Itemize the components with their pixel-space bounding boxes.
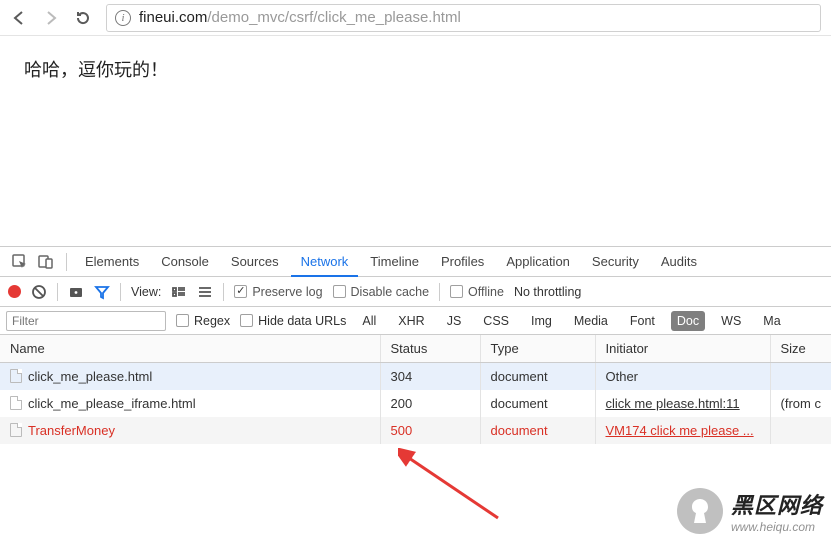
throttling-select[interactable]: No throttling [514, 285, 581, 299]
filter-all[interactable]: All [356, 311, 382, 331]
page-body: 哈哈，逗你玩的！ [0, 36, 831, 246]
back-button[interactable] [10, 9, 28, 27]
filter-css[interactable]: CSS [477, 311, 515, 331]
filter-media[interactable]: Media [568, 311, 614, 331]
document-icon [10, 396, 22, 410]
address-bar[interactable]: i fineui.com/demo_mvc/csrf/click_me_plea… [106, 4, 821, 32]
view-label: View: [131, 285, 161, 299]
tab-timeline[interactable]: Timeline [360, 248, 429, 275]
col-status[interactable]: Status [380, 335, 480, 363]
watermark-title: 黑区网络 [731, 488, 823, 520]
inspect-element-icon[interactable] [8, 250, 32, 274]
table-row[interactable]: click_me_please.html 304 document Other [0, 363, 831, 391]
tab-application[interactable]: Application [496, 248, 580, 275]
filter-ws[interactable]: WS [715, 311, 747, 331]
network-request-table: Name Status Type Initiator Size click_me… [0, 335, 831, 444]
watermark: 黑区网络 www.heiqu.com [677, 488, 823, 534]
regex-checkbox[interactable]: Regex [176, 314, 230, 328]
tab-security[interactable]: Security [582, 248, 649, 275]
table-header-row: Name Status Type Initiator Size [0, 335, 831, 363]
document-icon [10, 423, 22, 437]
filter-input[interactable] [6, 311, 166, 331]
overview-icon[interactable] [197, 284, 213, 300]
device-toolbar-icon[interactable] [34, 250, 58, 274]
network-toolbar: View: Preserve log Disable cache Offline… [0, 277, 831, 307]
page-message: 哈哈，逗你玩的！ [24, 60, 168, 80]
url-text: fineui.com/demo_mvc/csrf/click_me_please… [139, 9, 461, 26]
forward-button[interactable] [42, 9, 60, 27]
tab-console[interactable]: Console [151, 248, 219, 275]
network-filterbar: Regex Hide data URLs All XHR JS CSS Img … [0, 307, 831, 335]
watermark-logo-icon [677, 488, 723, 534]
hide-data-urls-checkbox[interactable]: Hide data URLs [240, 314, 346, 328]
col-type[interactable]: Type [480, 335, 595, 363]
capture-screenshot-icon[interactable] [68, 284, 84, 300]
devtools-panel: Elements Console Sources Network Timelin… [0, 246, 831, 444]
table-row[interactable]: click_me_please_iframe.html 200 document… [0, 390, 831, 417]
tab-audits[interactable]: Audits [651, 248, 707, 275]
col-size[interactable]: Size [770, 335, 831, 363]
tab-sources[interactable]: Sources [221, 248, 289, 275]
site-info-icon[interactable]: i [115, 10, 131, 26]
annotation-arrow [398, 448, 508, 528]
reload-button[interactable] [74, 9, 92, 27]
tab-elements[interactable]: Elements [75, 248, 149, 275]
filter-doc[interactable]: Doc [671, 311, 705, 331]
clear-icon[interactable] [31, 284, 47, 300]
disable-cache-checkbox[interactable]: Disable cache [333, 285, 430, 299]
filter-font[interactable]: Font [624, 311, 661, 331]
offline-checkbox[interactable]: Offline [450, 285, 504, 299]
col-initiator[interactable]: Initiator [595, 335, 770, 363]
watermark-subtitle: www.heiqu.com [731, 520, 823, 534]
tab-network[interactable]: Network [291, 248, 359, 277]
initiator-link[interactable]: click me please.html:11 [606, 396, 740, 411]
devtools-tabstrip: Elements Console Sources Network Timelin… [0, 247, 831, 277]
large-rows-icon[interactable] [171, 284, 187, 300]
browser-toolbar: i fineui.com/demo_mvc/csrf/click_me_plea… [0, 0, 831, 36]
filter-img[interactable]: Img [525, 311, 558, 331]
preserve-log-checkbox[interactable]: Preserve log [234, 285, 322, 299]
filter-manifest[interactable]: Ma [757, 311, 786, 331]
filter-icon[interactable] [94, 284, 110, 300]
col-name[interactable]: Name [0, 335, 380, 363]
tab-profiles[interactable]: Profiles [431, 248, 494, 275]
table-row[interactable]: TransferMoney 500 document VM174 click m… [0, 417, 831, 444]
record-button[interactable] [8, 285, 21, 298]
filter-xhr[interactable]: XHR [392, 311, 430, 331]
initiator-link[interactable]: VM174 click me please ... [606, 423, 754, 438]
document-icon [10, 369, 22, 383]
filter-js[interactable]: JS [441, 311, 468, 331]
